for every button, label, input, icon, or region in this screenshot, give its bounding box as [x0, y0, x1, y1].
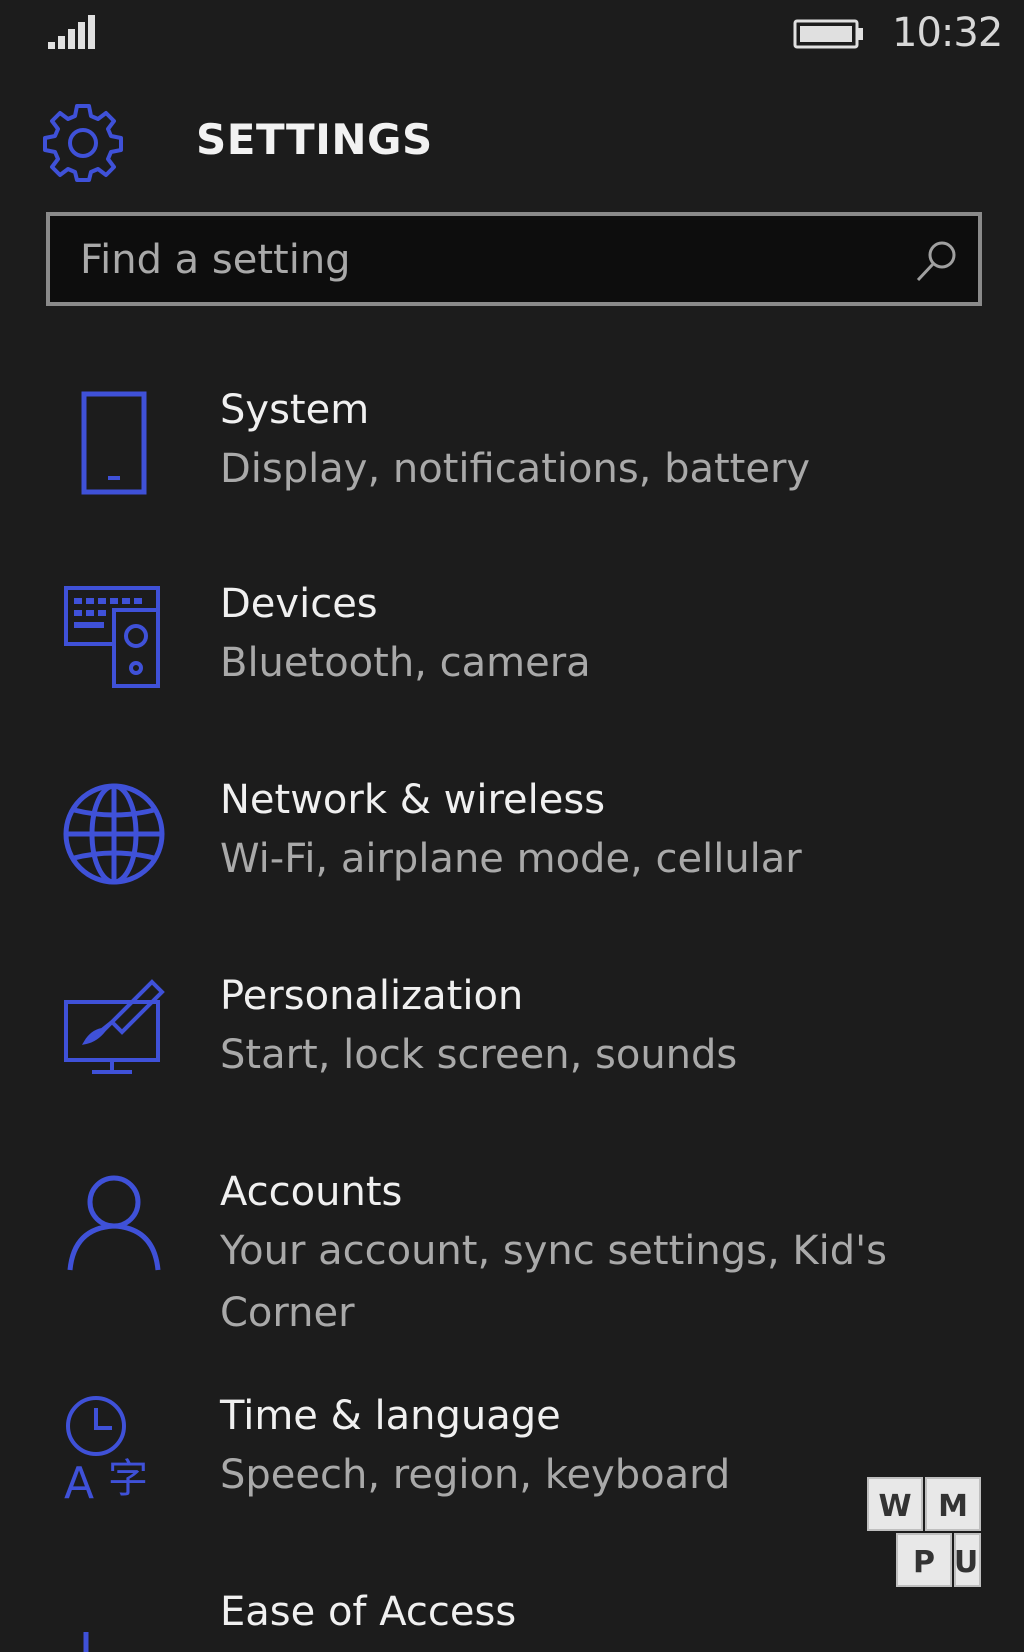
phone-icon [81, 391, 147, 495]
globe-icon [63, 783, 165, 885]
personalization-icon [64, 979, 165, 1074]
watermark-letter: M [938, 1489, 968, 1524]
watermark-letter: W [878, 1489, 911, 1524]
search-icon[interactable] [914, 238, 960, 284]
setting-title: System [220, 387, 370, 433]
setting-item-devices[interactable]: Devices Bluetooth, camera [0, 581, 1024, 724]
svg-text:字: 字 [108, 1456, 148, 1502]
setting-subtitle: Bluetooth, camera [220, 640, 591, 686]
setting-title: Devices [220, 581, 378, 627]
header: SETTINGS [0, 90, 1024, 190]
search-input[interactable] [80, 232, 880, 288]
setting-item-ease-of-access[interactable]: Ease of Access [0, 1589, 1024, 1652]
setting-item-accounts[interactable]: Accounts Your account, sync settings, Ki… [0, 1169, 1024, 1372]
setting-item-system[interactable]: System Display, notifications, battery [0, 387, 1024, 530]
wmpu-watermark-logo: W M P U [867, 1477, 981, 1587]
watermark-letter: P [913, 1545, 935, 1580]
setting-title: Personalization [220, 973, 524, 1019]
gear-icon [43, 104, 123, 182]
signal-bars-icon [48, 15, 95, 49]
setting-subtitle: Speech, region, keyboard [220, 1452, 731, 1498]
search-box[interactable] [46, 212, 982, 306]
setting-title: Network & wireless [220, 777, 606, 823]
clock: 10:32 [892, 10, 1003, 56]
battery-icon [793, 19, 863, 49]
setting-title: Accounts [220, 1169, 403, 1215]
time-language-icon: A 字 [64, 1396, 148, 1509]
setting-title: Ease of Access [220, 1589, 517, 1635]
person-icon [67, 1175, 161, 1271]
setting-subtitle: Start, lock screen, sounds [220, 1032, 738, 1078]
ease-of-access-icon [83, 1632, 89, 1652]
svg-text:A: A [64, 1458, 94, 1509]
page-title: SETTINGS [196, 115, 433, 164]
devices-icon [64, 586, 160, 688]
setting-item-network-wireless[interactable]: Network & wireless Wi-Fi, airplane mode,… [0, 777, 1024, 920]
setting-subtitle: Your account, sync settings, Kid's Corne… [220, 1228, 887, 1336]
status-bar: 10:32 [0, 0, 1024, 70]
setting-subtitle: Display, notifications, battery [220, 446, 811, 492]
setting-title: Time & language [220, 1393, 561, 1439]
setting-subtitle: Wi-Fi, airplane mode, cellular [220, 836, 802, 882]
watermark-letter: U [954, 1545, 978, 1580]
setting-item-personalization[interactable]: Personalization Start, lock screen, soun… [0, 973, 1024, 1116]
